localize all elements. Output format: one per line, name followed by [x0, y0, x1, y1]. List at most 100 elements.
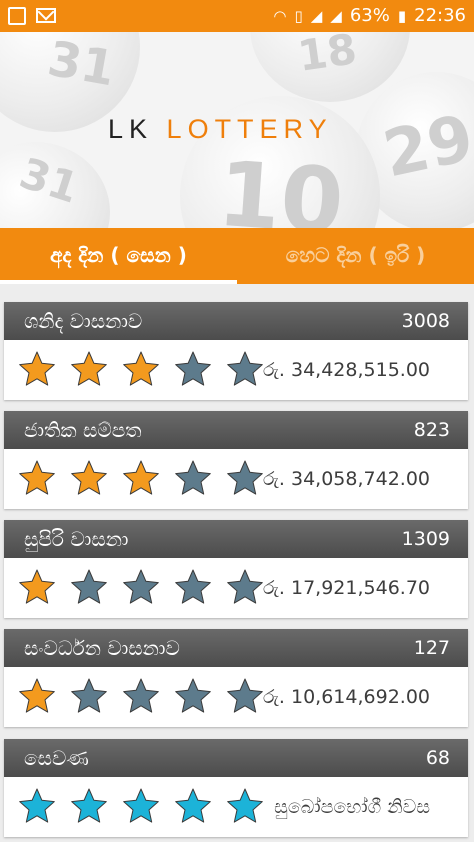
draw-number: 823: [413, 419, 450, 441]
lottery-name: සුපිරි වාසනා: [24, 527, 129, 551]
lottery-name: සෙවණ: [24, 746, 89, 770]
clock: 22:36: [414, 5, 466, 26]
ball-number: 18: [294, 32, 360, 81]
star-icon: [19, 569, 55, 604]
prize-amount: සුබෝපභෝගී නිවස: [274, 796, 430, 818]
rating-stars: [18, 677, 264, 715]
star-shape: [71, 460, 107, 495]
star-shape: [123, 569, 159, 604]
star-icon: [71, 569, 107, 604]
lottery-card[interactable]: සුපිරි වාසනා 1309 රු. 17,921,546.70: [4, 520, 468, 618]
status-right: ◠ ▯ ◢ ◢ 63% ▮ 22:36: [273, 5, 466, 26]
lottery-card[interactable]: ජාතික සම්පත 823 රු. 34,058,742.00: [4, 411, 468, 509]
rating-stars: [18, 459, 264, 497]
card-header: ජාතික සම්පත 823: [4, 411, 468, 449]
lottery-card[interactable]: සංවර්ධන වාසනාව 127 රු. 10,614,692.00: [4, 629, 468, 727]
rating-stars: [18, 350, 264, 388]
star-shape: [71, 788, 107, 823]
lottery-list[interactable]: ශනිද වාසනාව 3008 රු. 34,428,515.00 ජාතික…: [0, 284, 474, 842]
logo-lk: LK: [108, 114, 154, 144]
screenshot-notification-icon: [8, 7, 26, 25]
draw-number: 3008: [401, 310, 450, 332]
battery-percent: 63%: [349, 5, 390, 26]
star-icon: [123, 351, 159, 386]
logo-lottery: LOTTERY: [166, 114, 333, 144]
star-icon: [71, 460, 107, 495]
lottery-name: සංවර්ධන වාසනාව: [24, 636, 180, 660]
star-icon: [123, 460, 159, 495]
prize-amount: රු. 17,921,546.70: [263, 577, 430, 599]
star-icon: [175, 351, 211, 386]
status-bar: ◠ ▯ ◢ ◢ 63% ▮ 22:36: [0, 0, 474, 32]
star-icon: [123, 788, 159, 823]
ball-number: 31: [43, 32, 120, 98]
ball-number: 10: [214, 141, 347, 228]
star-icon: [71, 788, 107, 823]
star-icon: [227, 788, 263, 823]
star-shape: [19, 678, 55, 713]
draw-number: 127: [413, 637, 450, 659]
card-header: සුපිරි වාසනා 1309: [4, 520, 468, 558]
sim-signal-icon: ◢: [310, 6, 323, 25]
draw-number: 68: [425, 747, 450, 769]
star-icon: [227, 569, 263, 604]
star-icon: [175, 788, 211, 823]
star-shape: [71, 569, 107, 604]
star-icon: [19, 351, 55, 386]
star-shape: [123, 460, 159, 495]
star-shape: [71, 351, 107, 386]
star-shape: [19, 460, 55, 495]
signal-icon: ◢: [330, 6, 342, 25]
lottery-card[interactable]: සෙවණ 68 සුබෝපභෝගී නිවස: [4, 739, 468, 837]
star-shape: [227, 460, 263, 495]
lottery-name: ශනිද වාසනාව: [24, 309, 143, 333]
star-icon: [227, 678, 263, 713]
rating-stars: [18, 787, 264, 825]
star-icon: [71, 678, 107, 713]
rating-stars: [18, 568, 264, 606]
star-shape: [227, 569, 263, 604]
star-shape: [175, 569, 211, 604]
star-shape: [19, 351, 55, 386]
battery-icon: ▮: [397, 6, 407, 25]
star-shape: [227, 788, 263, 823]
star-icon: [123, 678, 159, 713]
star-icon: [19, 788, 55, 823]
tab-bar: අද දින ( සෙන ) හෙට දින ( ඉරි ): [0, 228, 474, 284]
card-header: සංවර්ධන වාසනාව 127: [4, 629, 468, 667]
app-logo: LK LOTTERY: [108, 114, 333, 145]
star-icon: [175, 569, 211, 604]
star-icon: [123, 569, 159, 604]
star-shape: [175, 678, 211, 713]
star-icon: [71, 351, 107, 386]
card-header: සෙවණ 68: [4, 739, 468, 777]
star-icon: [175, 678, 211, 713]
wifi-icon: ◠: [273, 6, 287, 25]
header-banner: 31 18 29 31 10 LK LOTTERY: [0, 32, 474, 228]
lottery-card[interactable]: ශනිද වාසනාව 3008 රු. 34,428,515.00: [4, 302, 468, 400]
mail-notification-icon: [36, 8, 56, 23]
tab-tomorrow[interactable]: හෙට දින ( ඉරි ): [237, 228, 474, 284]
star-shape: [123, 788, 159, 823]
star-shape: [227, 351, 263, 386]
star-icon: [227, 460, 263, 495]
star-icon: [19, 678, 55, 713]
star-shape: [227, 678, 263, 713]
notification-icons: [8, 7, 56, 25]
prize-amount: රු. 34,058,742.00: [263, 468, 430, 490]
lottery-name: ජාතික සම්පත: [24, 418, 142, 442]
card-header: ශනිද වාසනාව 3008: [4, 302, 468, 340]
sim-icon: ▯: [294, 6, 303, 25]
draw-number: 1309: [401, 528, 450, 550]
prize-amount: රු. 34,428,515.00: [263, 359, 430, 381]
star-icon: [227, 351, 263, 386]
star-shape: [19, 788, 55, 823]
star-shape: [175, 788, 211, 823]
star-shape: [19, 569, 55, 604]
star-icon: [19, 460, 55, 495]
star-shape: [175, 351, 211, 386]
star-shape: [123, 678, 159, 713]
star-shape: [123, 351, 159, 386]
tab-today[interactable]: අද දින ( සෙන ): [0, 228, 237, 284]
star-icon: [175, 460, 211, 495]
